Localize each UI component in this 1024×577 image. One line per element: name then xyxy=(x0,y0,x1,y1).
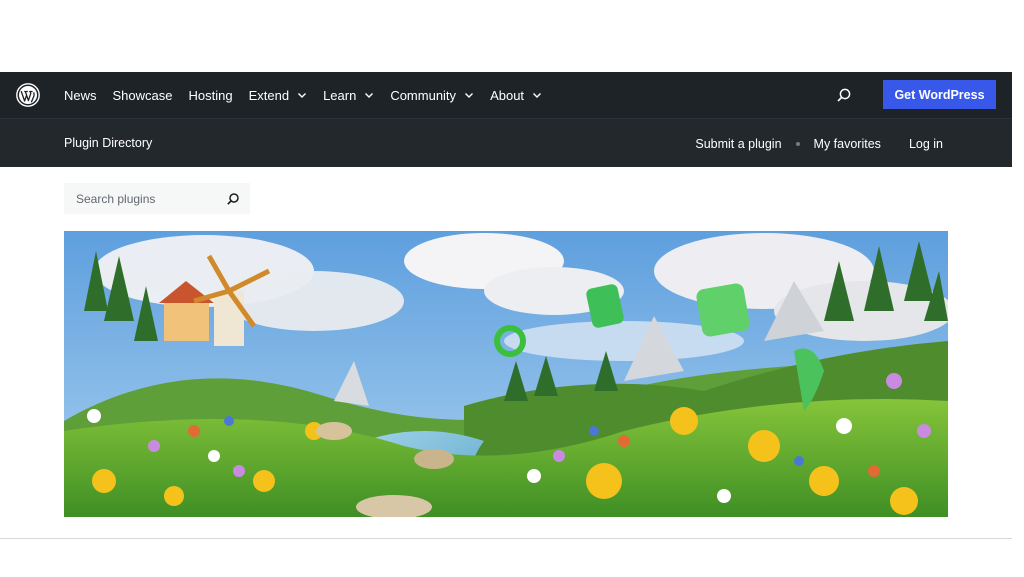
chevron-down-icon xyxy=(533,93,542,98)
nav-showcase-label: Showcase xyxy=(112,87,173,103)
get-wordpress-label: Get WordPress xyxy=(894,87,985,102)
separator-dot xyxy=(795,141,800,146)
search-input[interactable] xyxy=(76,191,226,206)
nav-extend-label: Extend xyxy=(248,87,290,103)
chevron-down-icon xyxy=(365,93,374,98)
nav-hosting-label: Hosting xyxy=(188,87,233,103)
nav-community[interactable]: Community xyxy=(390,88,474,103)
chevron-down-icon xyxy=(298,93,307,98)
nav-news[interactable]: News xyxy=(64,88,97,103)
nav-hosting[interactable]: Hosting xyxy=(189,88,233,103)
nav-community-label: Community xyxy=(390,87,457,103)
main-menu: News Showcase Hosting Extend Learn Commu… xyxy=(64,72,558,118)
my-favorites-link[interactable]: My favorites xyxy=(814,137,881,151)
nav-news-label: News xyxy=(64,87,97,103)
nav-extend[interactable]: Extend xyxy=(249,88,307,103)
meadow-illustration xyxy=(64,231,948,517)
chevron-down-icon xyxy=(465,93,474,98)
hero-banner-image xyxy=(64,231,948,517)
global-header: News Showcase Hosting Extend Learn Commu… xyxy=(0,72,1012,118)
nav-learn-label: Learn xyxy=(323,87,357,103)
plugin-search-form xyxy=(64,183,250,214)
section-divider xyxy=(0,538,1012,539)
plugin-directory-nav: Plugin Directory Submit a plugin My favo… xyxy=(0,118,1012,167)
plugin-directory-link[interactable]: Plugin Directory xyxy=(64,136,152,150)
nav-about-label: About xyxy=(490,87,525,103)
plugin-directory-links: Submit a plugin My favorites Log in xyxy=(695,119,943,168)
nav-showcase[interactable]: Showcase xyxy=(113,88,173,103)
nav-learn[interactable]: Learn xyxy=(323,88,374,103)
get-wordpress-button[interactable]: Get WordPress xyxy=(883,80,996,109)
log-in-link[interactable]: Log in xyxy=(909,137,943,151)
nav-about[interactable]: About xyxy=(490,88,542,103)
wordpress-logo-icon[interactable] xyxy=(16,83,40,107)
submit-plugin-link[interactable]: Submit a plugin xyxy=(695,137,781,151)
search-icon[interactable] xyxy=(836,87,852,103)
search-icon[interactable] xyxy=(226,192,240,206)
